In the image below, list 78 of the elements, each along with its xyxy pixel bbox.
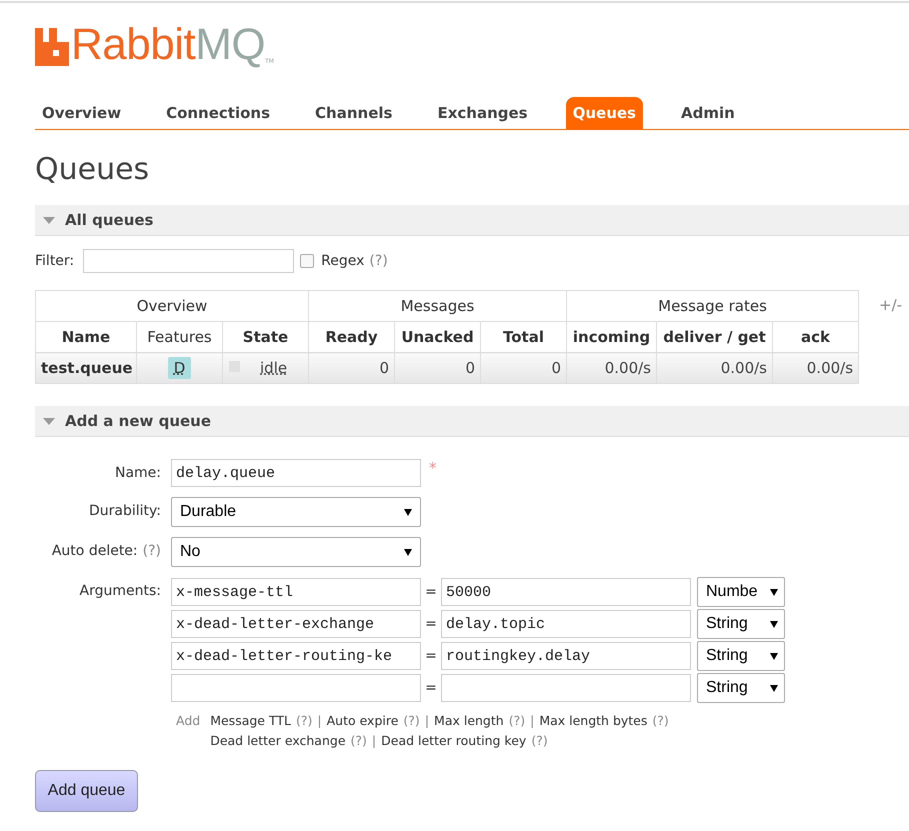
equals-sign: = [424, 680, 438, 696]
caret-icon [404, 509, 412, 516]
column-group-header: Message rates [566, 290, 859, 322]
section-header[interactable]: All queues [35, 205, 909, 236]
filter-field[interactable] [83, 249, 294, 273]
select-dropdown[interactable]: String [697, 609, 785, 639]
logo-icon [35, 28, 69, 66]
help-link[interactable]: (?) [142, 543, 161, 559]
logo-text: Rabbit [71, 23, 196, 67]
state-text: idle [260, 359, 288, 377]
nav-tab[interactable]: Channels [308, 104, 400, 129]
logo-text: MQ [195, 23, 266, 67]
table-cell: 0.00/s [656, 352, 773, 384]
separator: | [424, 713, 430, 728]
argument-key-field[interactable]: x-dead-letter-exchange [171, 610, 421, 638]
help-link[interactable]: (?) [369, 253, 388, 269]
filter-label: Filter: [35, 253, 74, 269]
help-link[interactable]: (?) [350, 733, 367, 748]
field-label: Durability: [88, 503, 161, 519]
equals-sign: = [424, 616, 438, 632]
nav-tab[interactable]: Overview [35, 104, 128, 129]
caret-icon [404, 549, 412, 556]
table-cell: 0 [480, 352, 567, 384]
feature-tag: D [168, 357, 192, 379]
argument-value-field[interactable] [441, 674, 691, 702]
argument-value-field[interactable]: routingkey.delay [441, 642, 691, 670]
nav-tab[interactable]: Connections [159, 104, 278, 129]
argument-value-field[interactable]: delay.topic [441, 610, 691, 638]
argument-link[interactable]: Auto expire [326, 713, 398, 728]
table-cell: 0.00/s [566, 352, 657, 384]
name-field[interactable]: delay.queue [171, 459, 421, 487]
help-link[interactable]: (?) [531, 733, 548, 748]
help-link[interactable]: (?) [403, 713, 420, 728]
argument-key-field[interactable] [171, 674, 421, 702]
help-link[interactable]: (?) [508, 713, 526, 728]
argument-link[interactable]: Message TTL [210, 713, 291, 728]
add-queue-button[interactable]: Add queue [35, 770, 138, 812]
select-dropdown[interactable]: String [697, 673, 785, 703]
argument-link[interactable]: Max length bytes [539, 713, 648, 728]
argument-link[interactable]: Dead letter exchange [210, 733, 346, 748]
add-label: Add [176, 713, 200, 730]
nav-tab[interactable]: Exchanges [430, 104, 535, 129]
field-label: Name: [114, 465, 161, 481]
help-link[interactable]: (?) [296, 713, 312, 728]
separator: | [372, 733, 376, 748]
caret-icon [770, 589, 778, 596]
separator: | [530, 713, 534, 728]
caret-icon [770, 621, 778, 628]
argument-link[interactable]: Max length [434, 713, 504, 728]
table-cell: 0.00/s [772, 352, 859, 384]
queue-name-link[interactable]: test.queue [41, 359, 133, 377]
column-group-header: Overview [36, 290, 309, 322]
required-mark: * [429, 459, 436, 477]
caret-icon [770, 685, 778, 692]
select-dropdown[interactable]: Numbe [697, 577, 785, 607]
table-cell: 0 [394, 352, 481, 384]
nav-tab[interactable]: Admin [674, 104, 742, 129]
regex-label: Regex [321, 253, 364, 269]
argument-value-field[interactable]: 50000 [441, 578, 691, 606]
field-label: Arguments: [80, 583, 161, 599]
equals-sign: = [424, 648, 438, 664]
regex-checkbox[interactable] [300, 254, 314, 268]
page-title: Queues [35, 152, 150, 187]
argument-key-field[interactable]: x-message-ttl [171, 578, 421, 606]
column-group-header: Messages [308, 290, 567, 322]
equals-sign: = [424, 584, 438, 600]
columns-toggle[interactable]: +/- [879, 296, 902, 314]
select-dropdown[interactable]: Durable [171, 497, 421, 527]
argument-key-field[interactable]: x-dead-letter-routing-ke [171, 642, 421, 670]
field-label: Auto delete: [52, 543, 138, 559]
table-cell: 0 [308, 352, 395, 384]
select-dropdown[interactable]: No [171, 537, 421, 567]
help-link[interactable]: (?) [652, 713, 669, 728]
separator: | [317, 713, 322, 728]
section-header[interactable]: Add a new queue [35, 406, 909, 437]
select-dropdown[interactable]: String [697, 641, 785, 671]
caret-icon [770, 653, 778, 660]
argument-link[interactable]: Dead letter routing key [381, 733, 526, 748]
